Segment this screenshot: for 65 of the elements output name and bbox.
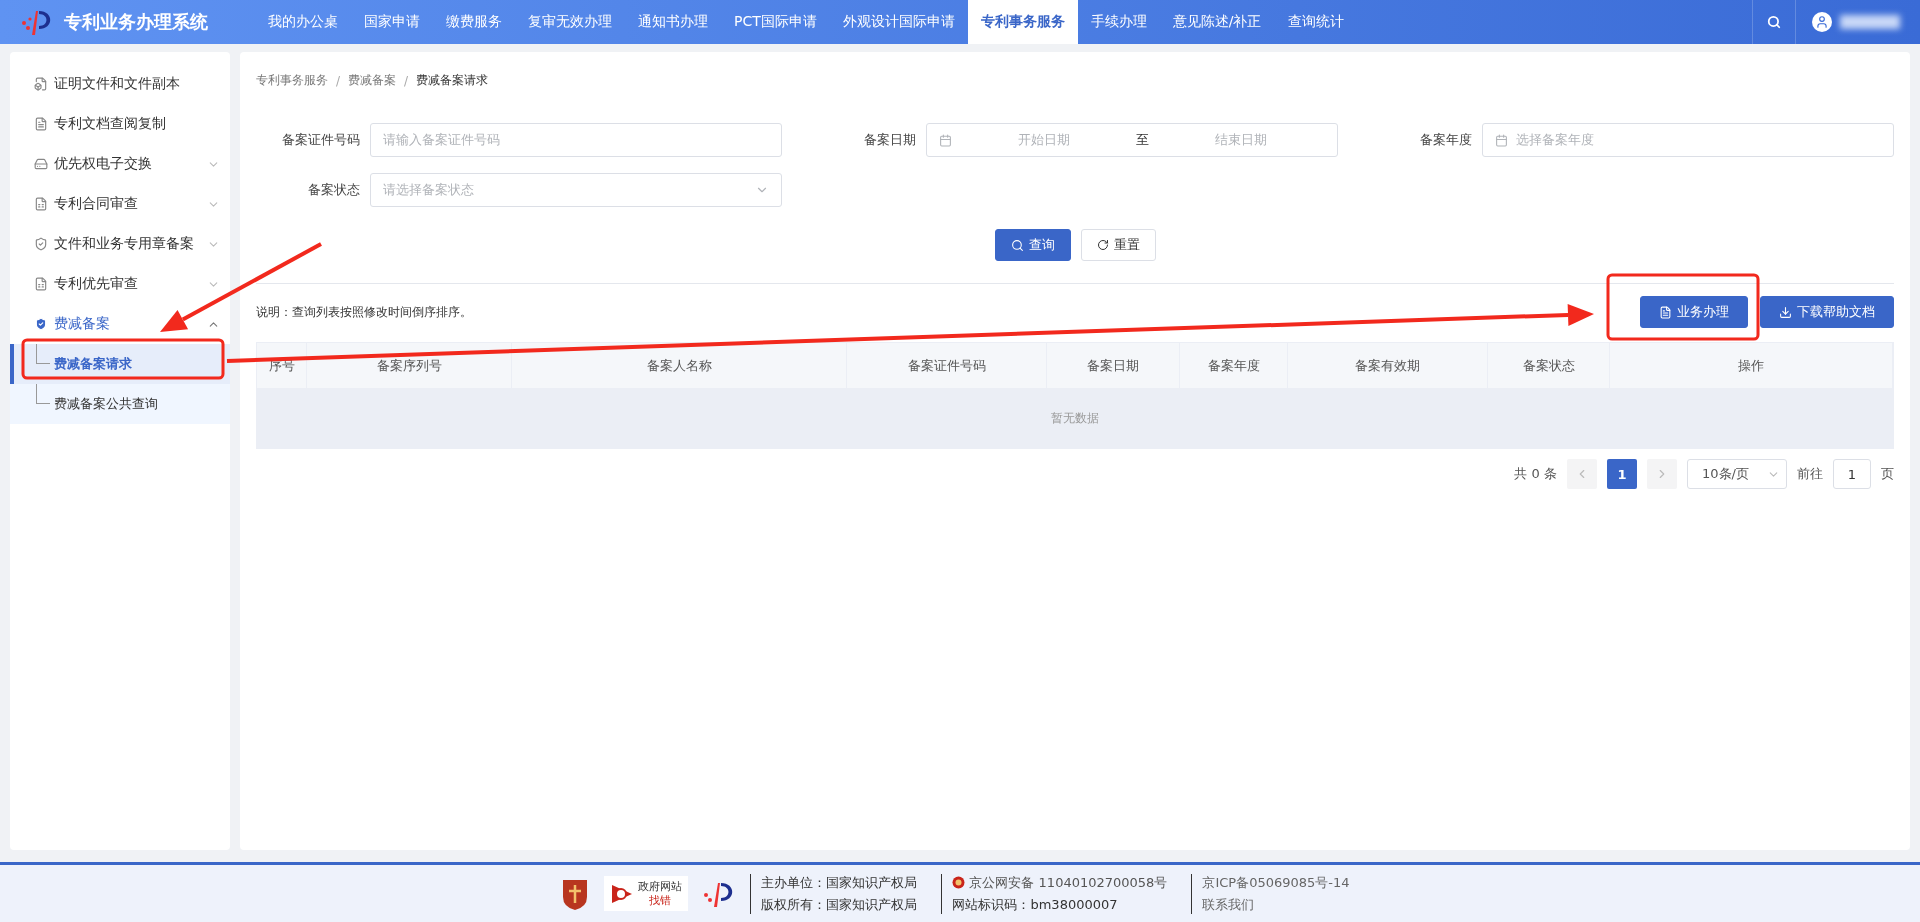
- breadcrumb-separator: /: [404, 73, 409, 88]
- sidebar-subitem[interactable]: 费减备案请求: [10, 344, 230, 384]
- find-error-logo[interactable]: 政府网站 找错: [604, 875, 689, 912]
- nav-tab[interactable]: 手续办理: [1077, 0, 1160, 44]
- note-text: 说明：查询列表按照修改时间倒序排序。: [256, 303, 472, 321]
- nav-tab[interactable]: 缴费服务: [433, 0, 515, 44]
- breadcrumb-link[interactable]: 专利事务服务: [256, 72, 328, 89]
- blurred-name: [1840, 15, 1900, 29]
- download-button[interactable]: 下载帮助文档: [1760, 296, 1894, 328]
- breadcrumb-link[interactable]: 费减备案: [348, 72, 397, 89]
- app-title: 专利业务办理系统: [64, 10, 208, 34]
- police-badge-icon: [952, 876, 966, 889]
- date-range-field[interactable]: 开始日期 至 结束日期: [926, 123, 1338, 157]
- sidebar-item[interactable]: 优先权电子交换: [10, 144, 230, 184]
- reset-button[interactable]: 重置: [1080, 229, 1156, 261]
- copyright-text: 版权所有：国家知识产权局: [761, 895, 918, 914]
- empty-message: 暂无数据: [257, 388, 1893, 448]
- date-placeholder: 结束日期: [1214, 131, 1268, 149]
- search-icon: [1010, 238, 1024, 252]
- nav-tab[interactable]: 我的办公桌: [255, 0, 351, 44]
- sidebar-item[interactable]: 专利合同审查: [10, 184, 230, 224]
- nav-tab[interactable]: 专利事务服务: [967, 0, 1078, 44]
- search-button[interactable]: [1752, 0, 1796, 44]
- nav-tab[interactable]: 国家申请: [351, 0, 433, 44]
- police-record-link[interactable]: 京公网安备 11040102700058号: [952, 873, 1168, 892]
- nav-tab[interactable]: 通知书办理: [625, 0, 721, 44]
- goto-label: 前往: [1797, 465, 1823, 483]
- avatar-icon[interactable]: [1812, 12, 1832, 32]
- breadcrumb-link[interactable]: 费减备案请求: [416, 72, 489, 89]
- total-count: 共 0 条: [1514, 465, 1557, 483]
- contact-link[interactable]: 联系我们: [1202, 895, 1350, 914]
- search-icon: [1767, 15, 1781, 29]
- nav-tab[interactable]: PCT国际申请: [721, 0, 830, 44]
- sidebar-item[interactable]: 费减备案: [10, 304, 230, 344]
- nav-tab[interactable]: 意见陈述/补正: [1159, 0, 1275, 44]
- page-size-select[interactable]: 10条/页: [1687, 459, 1787, 489]
- year-placeholder: 选择备案年度: [1516, 131, 1594, 149]
- sidebar-item[interactable]: 文件和业务专用章备案: [10, 224, 230, 264]
- icp-link[interactable]: 京ICP备05069085号-14: [1202, 873, 1350, 892]
- search-button[interactable]: 查询: [994, 229, 1071, 261]
- breadcrumb-separator: /: [336, 73, 341, 88]
- sidebar-item[interactable]: 专利文档查阅复制: [10, 104, 230, 144]
- date-separator: 至: [1136, 131, 1149, 149]
- nav-tab[interactable]: 外观设计国际申请: [829, 0, 968, 44]
- nav-tab[interactable]: 查询统计: [1274, 0, 1357, 44]
- field-label: 备案状态: [307, 181, 361, 199]
- process-button[interactable]: 业务办理: [1640, 296, 1748, 328]
- host-text: 主办单位：国家知识产权局: [761, 873, 918, 892]
- date-placeholder: 开始日期: [1017, 131, 1071, 149]
- calendar-icon: [1495, 133, 1508, 147]
- sidebar-item[interactable]: 专利优先审查: [10, 264, 230, 304]
- page-button[interactable]: 1: [1607, 459, 1637, 489]
- site-code-text: 网站标识码：bm38000007: [952, 895, 1119, 914]
- shield-icon: [34, 317, 48, 331]
- field-label: 备案日期: [863, 131, 917, 149]
- calendar-icon: [939, 133, 952, 147]
- page-unit: 页: [1881, 465, 1894, 483]
- sidebar-subitem[interactable]: 费减备案公共查询: [10, 384, 230, 424]
- download-icon: [1779, 305, 1792, 319]
- nav-tab[interactable]: 复审无效办理: [515, 0, 625, 44]
- page-input[interactable]: 1: [1833, 459, 1871, 489]
- refresh-icon: [1096, 239, 1109, 251]
- field-label: 备案年度: [1419, 131, 1473, 149]
- sidebar-item[interactable]: 证明文件和文件副本: [10, 64, 230, 104]
- field-label: 备案证件号码: [281, 131, 361, 149]
